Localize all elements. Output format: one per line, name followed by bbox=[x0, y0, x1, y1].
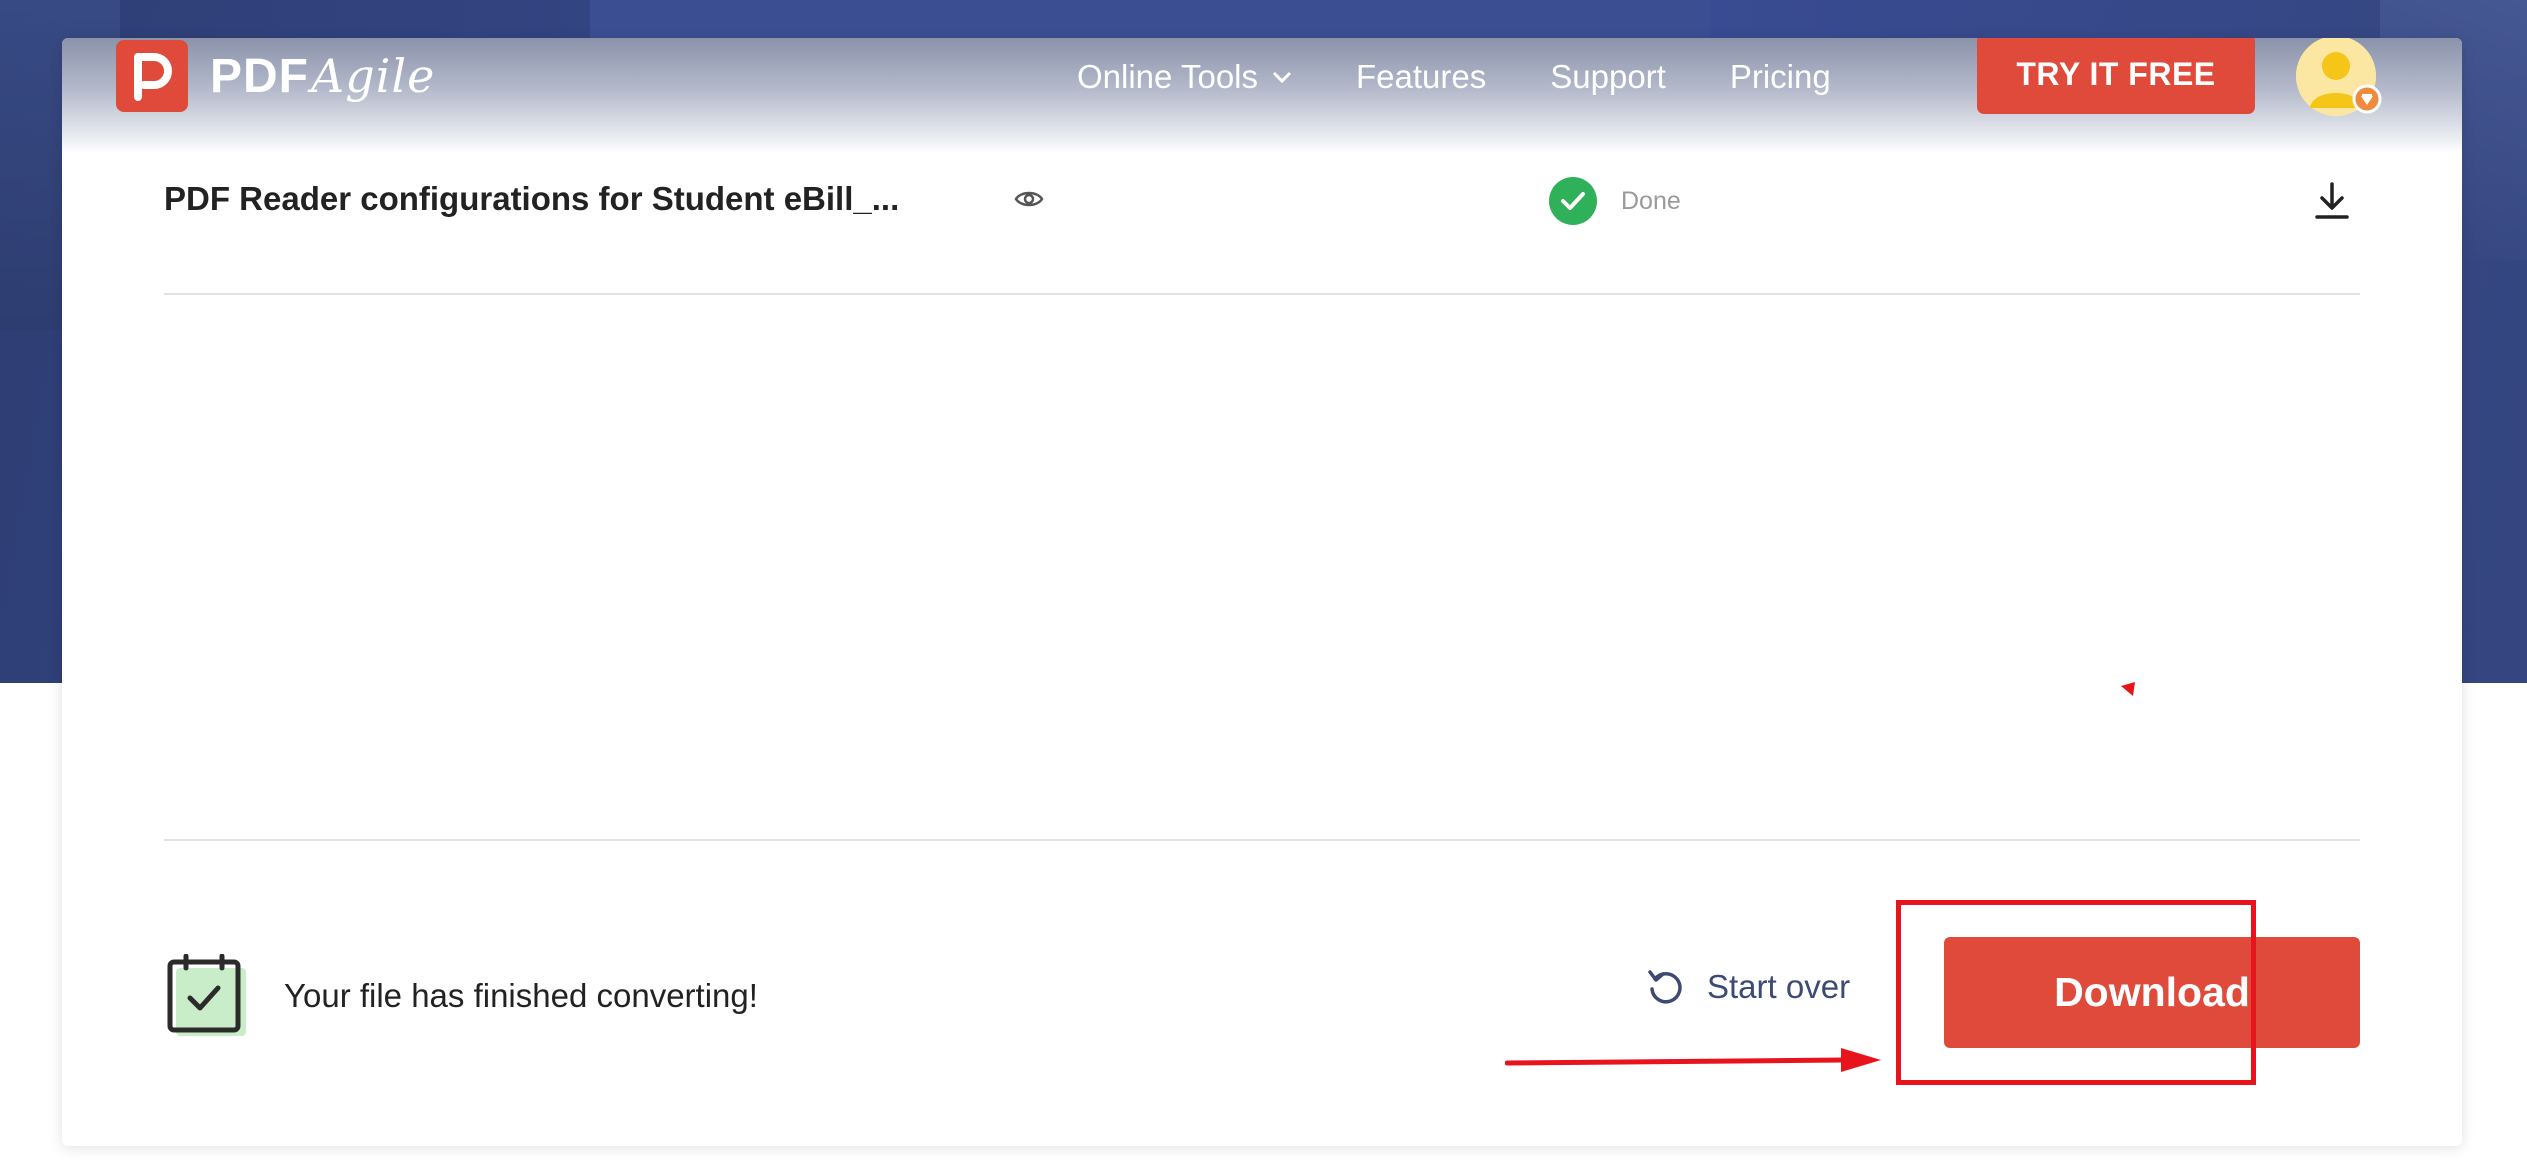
file-row: PDF Reader configurations for Student eB… bbox=[164, 153, 2360, 295]
nav-online-tools[interactable]: Online Tools bbox=[1077, 58, 1292, 96]
hero-texture-top bbox=[590, 0, 1710, 40]
nav-features-label: Features bbox=[1356, 58, 1487, 95]
nav-features[interactable]: Features bbox=[1356, 58, 1486, 96]
conversion-status: Done bbox=[1549, 177, 1681, 225]
try-it-free-button[interactable]: TRY IT FREE bbox=[1977, 38, 2255, 114]
pdf-agile-logo-icon bbox=[116, 40, 188, 112]
start-over-button[interactable]: Start over bbox=[1647, 968, 1850, 1006]
annotation-highlight-box bbox=[1896, 900, 2256, 1085]
small-marker-icon bbox=[2121, 682, 2135, 696]
check-circle-icon bbox=[1549, 177, 1597, 225]
nav-support-label: Support bbox=[1550, 58, 1666, 95]
file-name: PDF Reader configurations for Student eB… bbox=[164, 180, 900, 217]
status-text: Done bbox=[1621, 186, 1681, 215]
logo-text: PDFAgile bbox=[210, 49, 435, 104]
site-header: PDFAgile Online Tools Features Support P… bbox=[62, 38, 2462, 153]
completion-text: Your file has finished converting! bbox=[284, 977, 758, 1014]
nav-pricing[interactable]: Pricing bbox=[1730, 58, 1831, 96]
download-icon[interactable] bbox=[2314, 181, 2350, 221]
annotation-arrow-icon bbox=[1505, 1048, 1881, 1072]
eye-icon[interactable] bbox=[1014, 188, 1044, 210]
refresh-icon bbox=[1648, 970, 1682, 1004]
main-nav: Online Tools Features Support Pricing bbox=[1077, 56, 1895, 98]
nav-online-tools-label: Online Tools bbox=[1077, 58, 1259, 95]
page: PDFAgile Online Tools Features Support P… bbox=[0, 0, 2527, 1165]
completion-message: Your file has finished converting! bbox=[166, 954, 758, 1038]
nav-pricing-label: Pricing bbox=[1729, 58, 1831, 95]
chevron-down-icon bbox=[1272, 71, 1292, 84]
start-over-label: Start over bbox=[1707, 968, 1851, 1005]
user-avatar[interactable] bbox=[2296, 38, 2382, 116]
calendar-check-icon bbox=[167, 954, 246, 1036]
nav-support[interactable]: Support bbox=[1550, 58, 1666, 96]
logo-text-pdf: PDF bbox=[210, 49, 309, 103]
logo-text-agile: Agile bbox=[311, 48, 436, 103]
brand-logo[interactable]: PDFAgile bbox=[116, 40, 435, 112]
content-divider bbox=[164, 839, 2360, 841]
premium-badge-icon bbox=[2352, 84, 2382, 114]
